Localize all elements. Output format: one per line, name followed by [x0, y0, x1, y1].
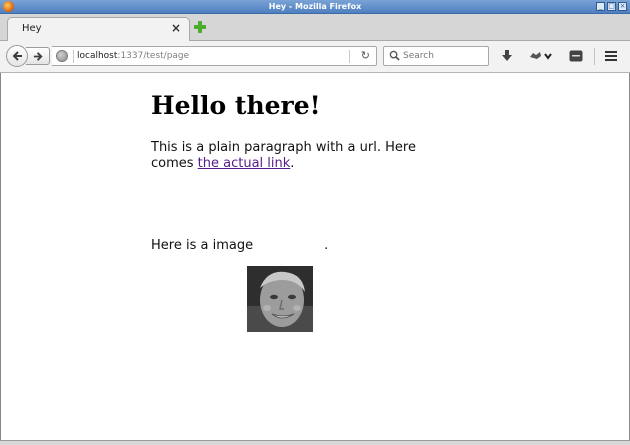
search-icon [389, 50, 400, 61]
tab-title: Hey [22, 23, 42, 34]
window-bottom-edge [0, 440, 630, 445]
paragraph-period: . [290, 156, 295, 171]
toolbar-separator [594, 48, 595, 65]
back-arrow-icon [12, 51, 22, 61]
search-placeholder: Search [403, 51, 434, 61]
back-button[interactable] [6, 45, 28, 67]
image-line-period: . [324, 238, 329, 253]
forward-arrow-icon [33, 51, 43, 61]
developer-tools-icon[interactable] [569, 49, 583, 63]
url-path: :1337/test/page [117, 51, 190, 61]
hamburger-menu-icon[interactable] [604, 49, 618, 63]
window-controls: _ □ × [596, 2, 627, 11]
image-line-text: Here is a image [151, 238, 254, 253]
actual-link[interactable]: the actual link [198, 156, 291, 171]
portrait-image [247, 266, 313, 332]
maximize-button[interactable]: □ [607, 2, 616, 11]
forward-button[interactable] [26, 47, 50, 65]
window-title: Hey - Mozilla Firefox [268, 2, 362, 11]
download-icon[interactable] [500, 49, 514, 63]
paragraph: This is a plain paragraph with a url. He… [151, 140, 451, 172]
close-window-button[interactable]: × [618, 2, 627, 11]
tab-hey[interactable]: Hey × [7, 17, 190, 41]
navigation-toolbar: localhost:1337/test/page ↻ Search [0, 41, 630, 73]
url-separator [73, 50, 74, 63]
search-box[interactable]: Search [383, 46, 489, 66]
page-heading: Hello there! [151, 91, 321, 120]
back-forward-group [6, 45, 52, 67]
url-host: localhost [77, 51, 118, 61]
minimize-button[interactable]: _ [596, 2, 605, 11]
window-titlebar: Hey - Mozilla Firefox _ □ × [0, 0, 630, 14]
url-separator-right [349, 50, 350, 63]
new-tab-plus-icon[interactable] [194, 21, 206, 33]
image-line: Here is a image. [151, 238, 328, 253]
tab-strip: Hey × [0, 14, 630, 41]
url-bar[interactable]: localhost:1337/test/page ↻ [52, 46, 377, 66]
reload-icon[interactable]: ↻ [361, 49, 370, 62]
tab-close-icon[interactable]: × [171, 21, 181, 35]
url-text[interactable]: localhost:1337/test/page [77, 51, 189, 61]
portrait-photo [247, 266, 313, 332]
sync-icon[interactable] [529, 49, 555, 63]
globe-icon[interactable] [56, 50, 68, 62]
page-content: Hello there! This is a plain paragraph w… [0, 73, 630, 440]
